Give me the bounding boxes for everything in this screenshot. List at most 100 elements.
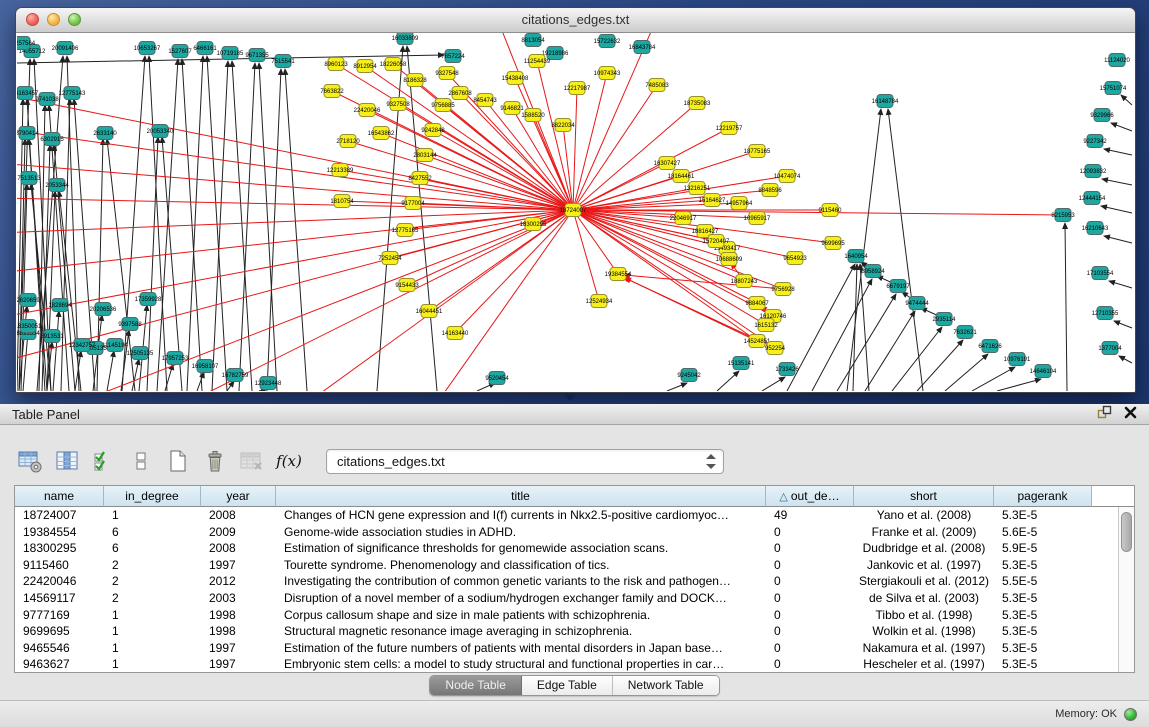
scrollbar-thumb[interactable] bbox=[1121, 512, 1132, 552]
panel-divider-handle[interactable] bbox=[563, 394, 577, 401]
cell[interactable]: 9699695 bbox=[15, 623, 104, 640]
cell[interactable]: 0 bbox=[766, 524, 854, 541]
table-row[interactable]: 946362711997Embryonic stem cells: a mode… bbox=[15, 656, 1118, 672]
tab-node-table[interactable]: Node Table bbox=[430, 676, 522, 695]
graph-node[interactable]: 8822034 bbox=[551, 119, 575, 132]
graph-node[interactable]: 8848596 bbox=[758, 184, 782, 197]
cell[interactable]: 5.3E-5 bbox=[994, 623, 1092, 640]
graph-node[interactable]: 7632621 bbox=[953, 326, 977, 339]
graph-node[interactable]: 1733426 bbox=[775, 363, 799, 376]
cell[interactable]: 5.3E-5 bbox=[994, 557, 1092, 574]
cell[interactable]: 1997 bbox=[201, 557, 276, 574]
cell[interactable]: 9777169 bbox=[15, 607, 104, 624]
graph-node[interactable]: 12923448 bbox=[255, 377, 282, 390]
graph-node[interactable]: 8813054 bbox=[521, 34, 545, 47]
cell[interactable]: Dudbridge et al. (2008) bbox=[854, 540, 994, 557]
table-row[interactable]: 969969511998Structural magnetic resonanc… bbox=[15, 623, 1118, 640]
graph-node[interactable]: 7513513 bbox=[17, 172, 41, 185]
delete-icon[interactable] bbox=[201, 447, 229, 475]
cell[interactable]: 0 bbox=[766, 557, 854, 574]
graph-node[interactable]: 7485083 bbox=[645, 79, 669, 92]
cell[interactable]: Hescheler et al. (1997) bbox=[854, 656, 994, 672]
tab-edge-table[interactable]: Edge Table bbox=[522, 676, 613, 695]
graph-node[interactable]: 9115460 bbox=[819, 204, 843, 217]
cell[interactable]: 19384554 bbox=[15, 524, 104, 541]
graph-node[interactable]: 7857224 bbox=[441, 50, 465, 63]
column-header-pagerank[interactable]: pagerank bbox=[994, 486, 1092, 507]
graph-node[interactable]: 8454743 bbox=[473, 94, 497, 107]
table-row[interactable]: 1938455462009Genome-wide association stu… bbox=[15, 524, 1118, 541]
cell[interactable]: 1 bbox=[104, 656, 201, 672]
graph-node[interactable]: 9884067 bbox=[745, 297, 769, 310]
cell[interactable]: 22420046 bbox=[15, 573, 104, 590]
graph-node[interactable]: 9671355 bbox=[245, 49, 269, 62]
close-icon[interactable] bbox=[1124, 406, 1137, 422]
graph-node[interactable]: 9245042 bbox=[677, 369, 701, 382]
cell[interactable]: Franke et al. (2009) bbox=[854, 524, 994, 541]
graph-node[interactable]: 1377004 bbox=[1098, 342, 1122, 355]
column-header-in_degree[interactable]: in_degree bbox=[104, 486, 201, 507]
cell[interactable]: 2003 bbox=[201, 590, 276, 607]
cell[interactable]: 1 bbox=[104, 507, 201, 524]
cell[interactable]: Genome-wide association studies in ADHD. bbox=[276, 524, 766, 541]
cell[interactable]: 5.6E-5 bbox=[994, 524, 1092, 541]
column-header-name[interactable]: name bbox=[15, 486, 104, 507]
graph-node[interactable]: 8958924 bbox=[861, 265, 885, 278]
graph-node[interactable]: 9177004 bbox=[401, 197, 425, 210]
show-columns-icon[interactable] bbox=[53, 447, 81, 475]
cell[interactable]: 2 bbox=[104, 573, 201, 590]
graph-node[interactable]: 1828694 bbox=[48, 299, 72, 312]
cell[interactable]: 0 bbox=[766, 540, 854, 557]
cell[interactable]: Corpus callosum shape and size in male p… bbox=[276, 607, 766, 624]
cell[interactable]: 5.3E-5 bbox=[994, 640, 1092, 657]
cell[interactable]: 0 bbox=[766, 623, 854, 640]
graph-node[interactable]: 10688609 bbox=[716, 253, 743, 266]
graph-node[interactable]: 13216251 bbox=[684, 182, 711, 195]
graph-node[interactable]: 20206536 bbox=[90, 303, 117, 316]
graph-node[interactable]: 15135141 bbox=[728, 357, 755, 370]
graph-node[interactable]: 9474444 bbox=[905, 297, 929, 310]
cell[interactable]: Changes of HCN gene expression and I(f) … bbox=[276, 507, 766, 524]
cell[interactable]: 6 bbox=[104, 524, 201, 541]
graph-node[interactable]: 8790414 bbox=[17, 127, 39, 140]
graph-node[interactable]: 12775165 bbox=[392, 224, 419, 237]
cell[interactable]: 2 bbox=[104, 557, 201, 574]
cell[interactable]: 5.3E-5 bbox=[994, 590, 1092, 607]
cell[interactable]: 5.3E-5 bbox=[994, 507, 1092, 524]
cell[interactable]: 14569117 bbox=[15, 590, 104, 607]
graph-node[interactable]: 18735083 bbox=[684, 97, 711, 110]
cell[interactable]: Nakamura et al. (1997) bbox=[854, 640, 994, 657]
graph-node[interactable]: 9327548 bbox=[435, 67, 459, 80]
column-header-short[interactable]: short bbox=[854, 486, 994, 507]
graph-node[interactable]: 2633140 bbox=[93, 127, 117, 140]
graph-node[interactable]: 8215953 bbox=[1051, 209, 1075, 222]
row-height-icon[interactable] bbox=[127, 447, 155, 475]
cell[interactable]: 9465546 bbox=[15, 640, 104, 657]
cell[interactable]: 0 bbox=[766, 607, 854, 624]
table-row[interactable]: 1456911722003Disruption of a novel membe… bbox=[15, 590, 1118, 607]
table-row[interactable]: 911546021997Tourette syndrome. Phenomeno… bbox=[15, 557, 1118, 574]
graph-node[interactable]: 19218986 bbox=[542, 47, 569, 60]
graph-node[interactable]: 14957964 bbox=[726, 197, 753, 210]
graph-node[interactable]: 1640954 bbox=[844, 250, 868, 263]
graph-node[interactable]: 7515541 bbox=[271, 55, 295, 68]
graph-node[interactable]: 6466161 bbox=[193, 42, 217, 55]
cell[interactable]: 1 bbox=[104, 607, 201, 624]
table-row[interactable]: 946554611997Estimation of the future num… bbox=[15, 640, 1118, 657]
cell[interactable]: Jankovic et al. (1997) bbox=[854, 557, 994, 574]
graph-node[interactable]: 16958107 bbox=[192, 360, 219, 373]
graph-node[interactable]: 12775143 bbox=[59, 87, 86, 100]
graph-node[interactable]: 10653267 bbox=[134, 42, 161, 55]
graph-node[interactable]: 11124020 bbox=[1104, 54, 1130, 67]
graph-node[interactable]: 9154433 bbox=[395, 279, 419, 292]
cell[interactable]: 2008 bbox=[201, 507, 276, 524]
cell[interactable]: Structural magnetic resonance image aver… bbox=[276, 623, 766, 640]
cell[interactable]: Investigating the contribution of common… bbox=[276, 573, 766, 590]
graph-node[interactable]: 10976191 bbox=[1004, 353, 1031, 366]
graph-node[interactable]: 6471626 bbox=[978, 340, 1002, 353]
graph-node[interactable]: 19384554 bbox=[605, 268, 632, 281]
cell[interactable]: 2 bbox=[104, 590, 201, 607]
graph-node[interactable]: 10974343 bbox=[594, 67, 621, 80]
tab-network-table[interactable]: Network Table bbox=[613, 676, 719, 695]
cell[interactable]: 1997 bbox=[201, 656, 276, 672]
